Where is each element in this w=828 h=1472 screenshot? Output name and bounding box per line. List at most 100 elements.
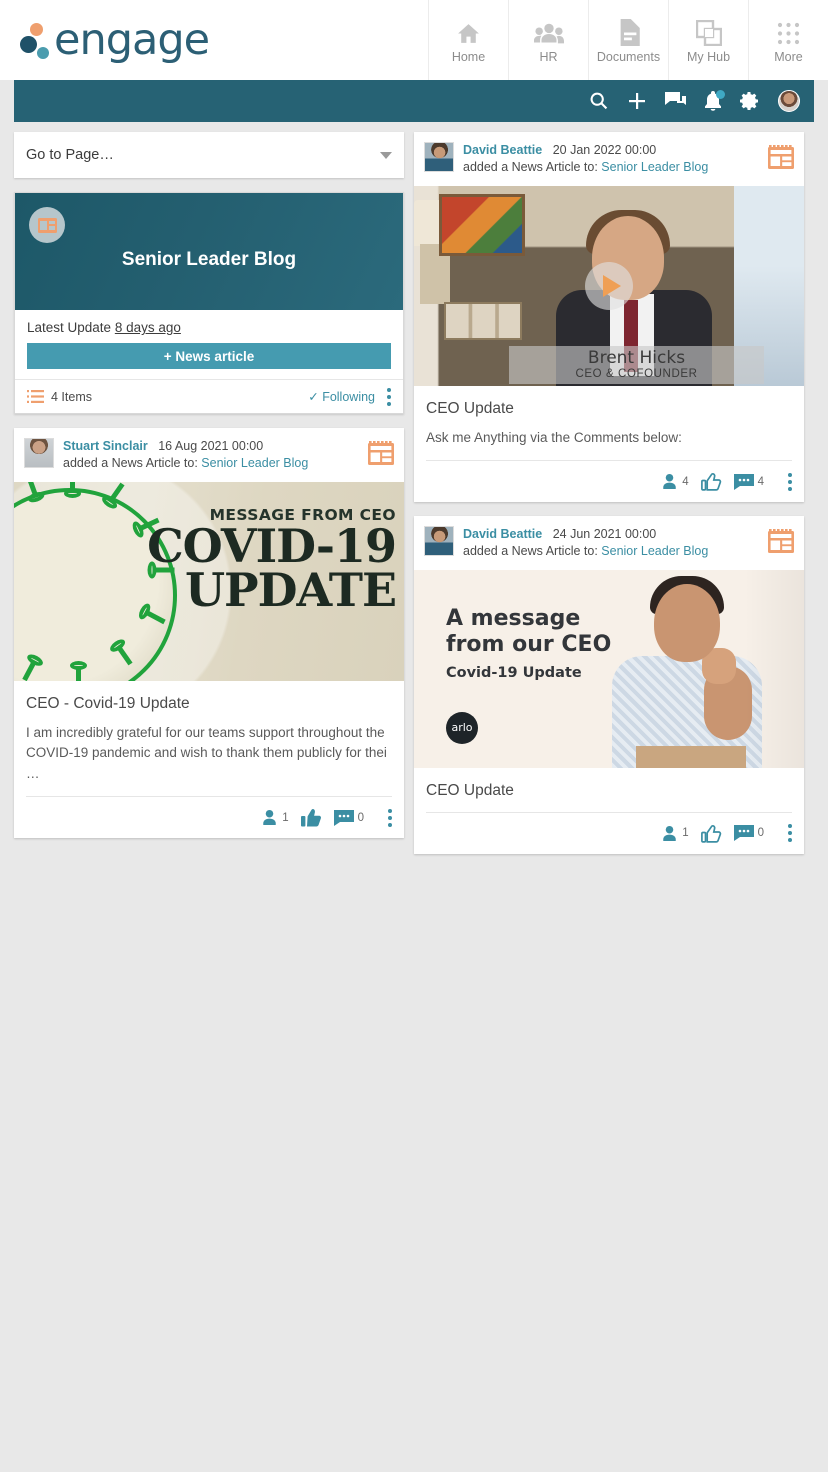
views-count: 1 xyxy=(682,827,689,840)
video-photo-frames xyxy=(444,301,522,340)
comments-count: 0 xyxy=(357,811,364,824)
blog-widget-hero: Senior Leader Blog xyxy=(15,193,403,310)
views-action[interactable]: 1 xyxy=(261,809,289,826)
kebab-menu-icon[interactable] xyxy=(788,824,792,843)
blog-latest-value: 8 days ago xyxy=(114,320,181,335)
post-card: Stuart Sinclair 16 Aug 2021 00:00 added … xyxy=(14,428,404,839)
post-date: 20 Jan 2022 00:00 xyxy=(552,143,657,157)
nav-item-documents[interactable]: Documents xyxy=(588,0,668,80)
profile-avatar[interactable] xyxy=(778,90,800,112)
person-icon xyxy=(663,473,676,490)
post-header: David Beattie 24 Jun 2021 00:00 added a … xyxy=(414,516,804,570)
thumbs-up-icon xyxy=(700,824,721,843)
kebab-menu-icon[interactable] xyxy=(387,387,391,406)
thumbs-up-icon xyxy=(300,809,321,827)
grid-icon xyxy=(776,16,801,46)
like-action[interactable] xyxy=(700,472,722,491)
post-author[interactable]: David Beattie xyxy=(463,143,542,157)
like-action[interactable] xyxy=(300,808,322,827)
post-meta-row-author: David Beattie 24 Jun 2021 00:00 xyxy=(463,526,708,543)
post-card: David Beattie 24 Jun 2021 00:00 added a … xyxy=(414,516,804,854)
views-action[interactable]: 4 xyxy=(661,473,689,490)
post-date: 24 Jun 2021 00:00 xyxy=(552,527,657,542)
hub-icon xyxy=(695,16,722,46)
post-author[interactable]: David Beattie xyxy=(463,527,542,541)
covid-line-3: UPDATE xyxy=(184,562,397,617)
person-icon xyxy=(663,825,676,841)
play-icon[interactable] xyxy=(585,261,633,310)
comment-icon xyxy=(733,825,754,842)
blog-following-toggle[interactable]: ✓ Following xyxy=(308,389,375,404)
nav-item-home[interactable]: Home xyxy=(428,0,508,80)
post-title[interactable]: CEO Update xyxy=(414,386,804,418)
post-card: David Beattie 20 Jan 2022 00:00 added a … xyxy=(414,132,804,503)
views-action[interactable]: 1 xyxy=(661,825,689,842)
post-image-video[interactable]: Brent Hicks CEO & COFOUNDER xyxy=(414,185,804,386)
post-meta-row-action: added a News Article to: Senior Leader B… xyxy=(63,455,308,472)
like-action[interactable] xyxy=(700,824,722,843)
comments-action[interactable]: 4 xyxy=(733,473,764,490)
post-image-arlo[interactable]: A message from our CEO Covid-19 Update a… xyxy=(414,569,804,768)
post-title[interactable]: CEO Update xyxy=(414,768,804,800)
post-meta-row-action: added a News Article to: Senior Leader B… xyxy=(463,159,708,176)
comments-count: 0 xyxy=(757,827,764,840)
video-caption-role: CEO & COFOUNDER xyxy=(575,367,698,380)
gear-icon[interactable] xyxy=(740,91,760,111)
post-action: added a News Article to: xyxy=(463,544,598,559)
news-article-icon xyxy=(368,440,394,470)
blog-widget-avatar xyxy=(29,207,65,243)
logo-dot-orange xyxy=(30,23,43,36)
bell-icon[interactable] xyxy=(704,90,725,111)
comments-action[interactable]: 0 xyxy=(333,809,364,826)
add-news-article-button[interactable]: + News article xyxy=(27,343,391,369)
plus-icon[interactable] xyxy=(627,91,647,111)
post-author[interactable]: Stuart Sinclair xyxy=(63,439,148,453)
logo-dot-navy xyxy=(20,36,37,53)
search-icon[interactable] xyxy=(589,91,609,111)
blog-widget-body: Latest Update 8 days ago + News article xyxy=(15,310,403,369)
post-meta-row-action: added a News Article to: Senior Leader B… xyxy=(463,543,708,560)
comment-icon xyxy=(333,809,354,826)
comments-action[interactable]: 0 xyxy=(733,825,764,842)
kebab-menu-icon[interactable] xyxy=(788,472,792,491)
post-action-bar: 1 0 xyxy=(426,811,792,854)
nav-item-hr[interactable]: HR xyxy=(508,0,588,80)
arlo-line-1: A message xyxy=(446,605,581,631)
post-title[interactable]: CEO - Covid-19 Update xyxy=(14,681,404,713)
post-target-link[interactable]: Senior Leader Blog xyxy=(601,160,708,174)
brand-logo[interactable]: engage xyxy=(0,14,210,65)
video-caption: Brent Hicks CEO & COFOUNDER xyxy=(509,345,764,384)
notification-badge xyxy=(716,90,725,99)
avatar[interactable] xyxy=(424,526,454,557)
avatar[interactable] xyxy=(424,142,454,172)
kebab-menu-icon[interactable] xyxy=(388,808,392,827)
nav-label-hr: HR xyxy=(539,50,558,64)
people-icon xyxy=(533,16,564,46)
chat-icon[interactable] xyxy=(665,91,686,111)
brand-name: engage xyxy=(54,14,210,65)
goto-page-select[interactable]: Go to Page… xyxy=(14,132,404,178)
post-excerpt: I am incredibly grateful for our teams s… xyxy=(26,724,387,781)
post-action-bar: 4 4 xyxy=(426,460,792,502)
list-icon xyxy=(27,390,44,403)
covid-poster-text: MESSAGE FROM CEO COVID-19 UPDATE xyxy=(147,506,397,617)
views-count: 4 xyxy=(682,475,689,488)
post-action: added a News Article to: xyxy=(463,160,598,175)
post-target-link[interactable]: Senior Leader Blog xyxy=(601,544,708,558)
arlo-line-2: from our CEO xyxy=(446,632,612,658)
right-column: David Beattie 20 Jan 2022 00:00 added a … xyxy=(414,132,804,854)
thumbs-up-icon xyxy=(700,472,721,491)
nav-item-more[interactable]: More xyxy=(748,0,828,80)
nav-item-my-hub[interactable]: My Hub xyxy=(668,0,748,80)
comments-count: 4 xyxy=(757,475,764,488)
nav-label-documents: Documents xyxy=(596,50,661,64)
post-image-covid[interactable]: MESSAGE FROM CEO COVID-19 UPDATE xyxy=(14,481,404,681)
comment-icon xyxy=(733,473,754,490)
avatar-icon xyxy=(778,90,800,112)
avatar[interactable] xyxy=(24,438,54,468)
post-action: added a News Article to: xyxy=(63,456,198,471)
blog-items-count: 4 Items xyxy=(51,389,92,404)
post-action-bar: 1 0 xyxy=(26,796,392,838)
post-target-link[interactable]: Senior Leader Blog xyxy=(201,456,308,470)
post-header: David Beattie 20 Jan 2022 00:00 added a … xyxy=(414,132,804,186)
